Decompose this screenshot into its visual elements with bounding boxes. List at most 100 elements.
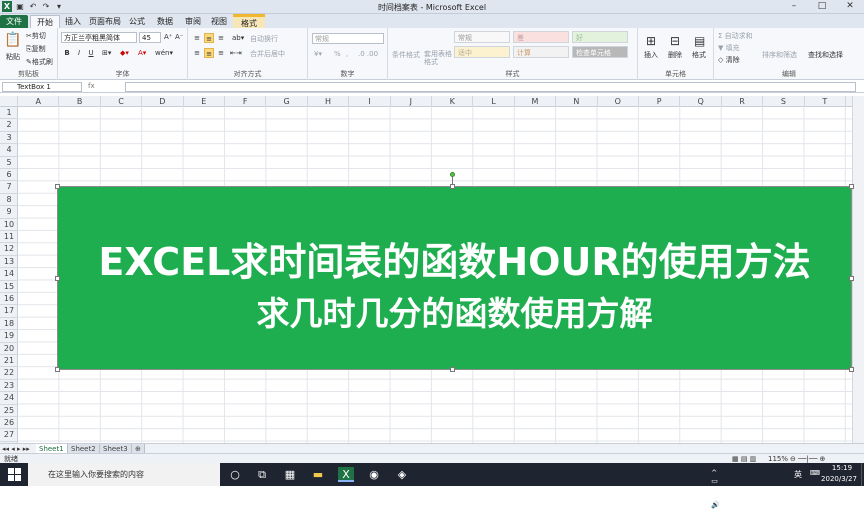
column-header[interactable]: S — [763, 96, 805, 107]
column-header[interactable]: A — [18, 96, 60, 107]
align-left-icon[interactable]: ≡ — [192, 48, 202, 58]
row-header[interactable]: 23 — [0, 380, 18, 393]
border-icon[interactable]: ⊞▾ — [102, 49, 111, 57]
insert-cells-button[interactable]: 插入 — [644, 50, 658, 60]
column-header[interactable]: J — [391, 96, 432, 107]
number-format-select[interactable]: 常规 — [312, 33, 384, 44]
column-header[interactable]: L — [473, 96, 515, 107]
format-cells-icon[interactable]: ▤ — [694, 34, 705, 48]
insert-cells-icon[interactable]: ⊞ — [646, 34, 656, 48]
row-header[interactable]: 21 — [0, 355, 18, 368]
align-bottom-icon[interactable]: ≡ — [216, 33, 226, 43]
row-header[interactable]: 15 — [0, 281, 18, 293]
tab-page-layout[interactable]: 页面布局 — [88, 15, 122, 28]
delete-cells-button[interactable]: 删除 — [668, 50, 682, 60]
row-header[interactable]: 18 — [0, 318, 18, 331]
column-header[interactable]: M — [515, 96, 557, 107]
taskbar-search-input[interactable]: 在这里输入你要搜索的内容 — [28, 463, 220, 486]
style-good[interactable]: 好 — [572, 31, 628, 43]
wrap-text-button[interactable]: 自动换行 — [250, 34, 278, 44]
format-painter-button[interactable]: ✎格式刷 — [26, 57, 53, 67]
align-right-icon[interactable]: ≡ — [216, 48, 226, 58]
row-header[interactable]: 12 — [0, 243, 18, 256]
currency-icon[interactable]: ¥▾ — [314, 50, 322, 58]
row-header[interactable]: 1 — [0, 107, 18, 120]
row-header[interactable]: 10 — [0, 219, 18, 231]
close-button[interactable]: ✕ — [836, 0, 864, 14]
style-neutral[interactable]: 适中 — [454, 46, 510, 58]
tab-insert[interactable]: 插入 — [60, 15, 86, 28]
minimize-button[interactable]: – — [780, 0, 808, 14]
column-header[interactable]: O — [598, 96, 639, 107]
style-check-cell[interactable]: 检查单元格 — [572, 46, 628, 58]
column-header[interactable]: D — [142, 96, 184, 107]
autosum-button[interactable]: Σ 自动求和 — [718, 31, 753, 41]
format-cells-button[interactable]: 格式 — [692, 50, 706, 60]
style-calc[interactable]: 计算 — [513, 46, 569, 58]
resize-handle-bl[interactable] — [55, 367, 60, 372]
row-header[interactable]: 14 — [0, 268, 18, 281]
row-header[interactable]: 6 — [0, 169, 18, 182]
fill-color-icon[interactable]: ◆▾ — [120, 49, 129, 57]
underline-button[interactable]: U — [86, 48, 96, 58]
clock-time[interactable]: 15:19 — [824, 464, 860, 472]
maximize-button[interactable]: □ — [808, 0, 836, 14]
resize-handle-r[interactable] — [849, 276, 854, 281]
excel-taskbar-icon[interactable]: X — [338, 467, 354, 482]
tab-home[interactable]: 开始 — [30, 15, 60, 28]
decimal-icon[interactable]: .0 .00 — [358, 50, 378, 58]
row-header[interactable]: 20 — [0, 343, 18, 355]
input-lang[interactable]: 英 — [794, 469, 802, 480]
row-header[interactable]: 19 — [0, 330, 18, 343]
resize-handle-l[interactable] — [55, 276, 60, 281]
orientation-icon[interactable]: ab▾ — [232, 34, 244, 42]
tab-format[interactable]: 格式 — [233, 14, 265, 28]
delete-cells-icon[interactable]: ⊟ — [670, 34, 680, 48]
row-header[interactable]: 13 — [0, 256, 18, 269]
file-explorer-icon[interactable]: ▬ — [310, 467, 326, 482]
clear-button[interactable]: ◇ 清除 — [718, 55, 740, 65]
comma-button[interactable]: , — [346, 50, 348, 58]
fx-button[interactable]: fx — [88, 82, 95, 90]
column-header[interactable]: P — [639, 96, 681, 107]
clock-date[interactable]: 2020/3/27 — [818, 475, 860, 483]
cut-button[interactable]: ✂剪切 — [26, 31, 46, 41]
paste-icon[interactable]: 📋 — [4, 32, 21, 48]
row-header[interactable]: 3 — [0, 132, 18, 145]
row-header[interactable]: 24 — [0, 392, 18, 405]
row-header[interactable]: 16 — [0, 293, 18, 306]
column-header[interactable]: T — [805, 96, 846, 107]
resize-handle-tl[interactable] — [55, 184, 60, 189]
column-header[interactable]: B — [59, 96, 101, 107]
row-header[interactable]: 25 — [0, 405, 18, 417]
column-header[interactable]: N — [556, 96, 598, 107]
font-name-select[interactable]: 方正兰亭粗黑简体 — [61, 32, 137, 43]
align-middle-icon[interactable]: ≡ — [204, 33, 214, 43]
name-box[interactable]: TextBox 1 — [2, 82, 82, 92]
paste-button[interactable]: 粘贴 — [6, 52, 20, 62]
tab-formulas[interactable]: 公式 — [124, 15, 150, 28]
column-header[interactable]: F — [225, 96, 267, 107]
row-header[interactable]: 5 — [0, 157, 18, 169]
rotation-handle[interactable] — [450, 172, 455, 177]
font-size-select[interactable]: 45 — [139, 32, 161, 43]
tray-icons[interactable]: ^ ▭ ▢ ◐ 🔊 — [711, 469, 720, 509]
row-header[interactable]: 11 — [0, 231, 18, 244]
row-header[interactable]: 26 — [0, 417, 18, 430]
copy-button[interactable]: ⎘复制 — [26, 44, 46, 54]
row-header[interactable]: 27 — [0, 429, 18, 442]
shrink-font-icon[interactable]: A⁻ — [175, 33, 183, 41]
resize-handle-b[interactable] — [450, 367, 455, 372]
table-format-button[interactable]: 套用表格格式 — [424, 50, 452, 66]
indent-icon[interactable]: ⇤⇥ — [230, 49, 242, 57]
windows-start-icon[interactable] — [8, 468, 21, 481]
row-header[interactable]: 17 — [0, 305, 18, 318]
column-header[interactable]: G — [266, 96, 308, 107]
align-top-icon[interactable]: ≡ — [192, 33, 202, 43]
row-header[interactable]: 9 — [0, 206, 18, 219]
formula-input[interactable] — [125, 82, 856, 92]
grow-font-icon[interactable]: A⁺ — [164, 33, 172, 41]
column-header[interactable]: I — [349, 96, 391, 107]
task-view-icon[interactable]: ⧉ — [254, 467, 270, 482]
sort-filter-button[interactable]: 排序和筛选 — [762, 50, 797, 60]
